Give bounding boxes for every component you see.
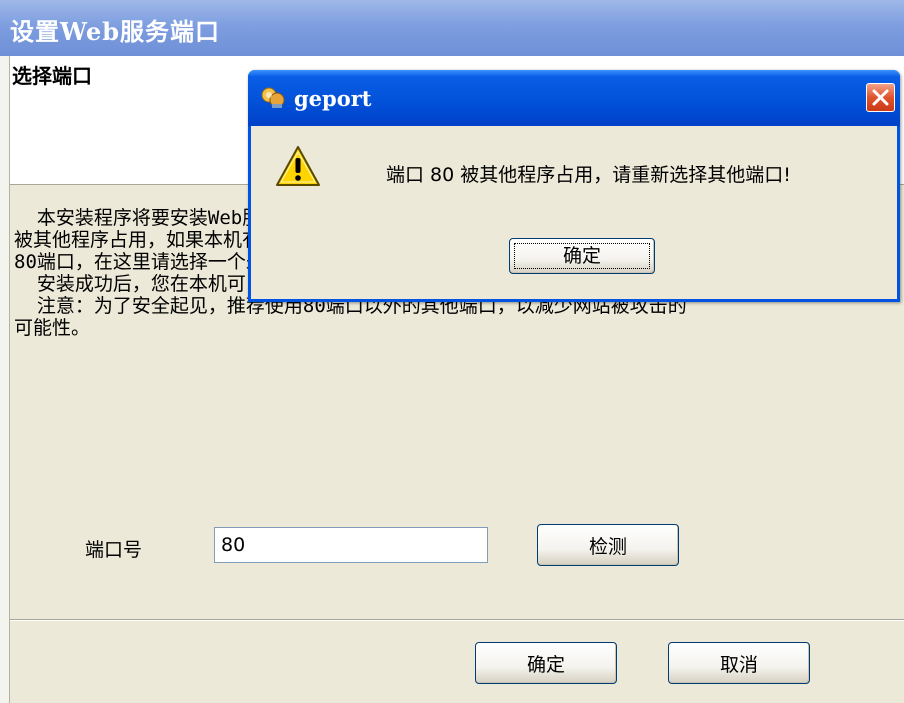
- check-button[interactable]: 检测: [537, 524, 679, 566]
- divider: [10, 619, 904, 621]
- window-titlebar[interactable]: 设置Web服务端口: [0, 0, 904, 56]
- window-title: 设置Web服务端口: [10, 17, 221, 46]
- dialog-ok-label: 确定: [562, 245, 601, 267]
- message-dialog: geport 端口 80 被其他程序占用，请重新选择其他端口! 确定: [248, 70, 900, 302]
- ok-button[interactable]: 确定: [475, 642, 617, 684]
- dialog-body: 端口 80 被其他程序占用，请重新选择其他端口! 确定: [251, 126, 897, 299]
- close-icon: [872, 89, 889, 106]
- cancel-button[interactable]: 取消: [668, 642, 810, 684]
- warning-icon: [276, 146, 320, 186]
- dialog-close-button[interactable]: [866, 83, 895, 112]
- port-label: 端口号: [85, 539, 143, 561]
- dialog-message: 端口 80 被其他程序占用，请重新选择其他端口!: [386, 164, 791, 186]
- port-input[interactable]: [214, 527, 488, 563]
- page-title: 选择端口: [12, 64, 92, 88]
- window-left-border: [0, 56, 10, 703]
- dialog-titlebar[interactable]: geport: [248, 70, 900, 126]
- geport-app-icon: [261, 87, 285, 108]
- dialog-ok-button[interactable]: 确定: [509, 238, 655, 274]
- dialog-title: geport: [294, 86, 372, 111]
